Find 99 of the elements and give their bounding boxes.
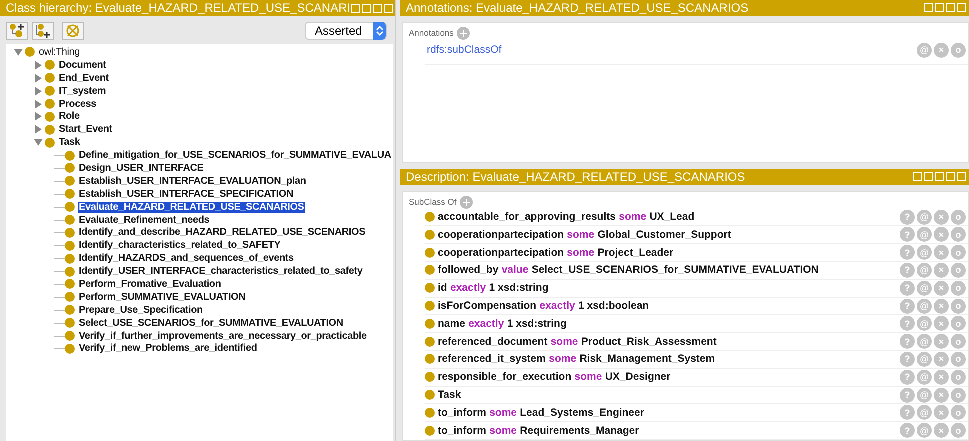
- class-tree-item[interactable]: Role: [58, 111, 81, 122]
- class-expression[interactable]: referenced_it_system some Risk_Management_System: [438, 353, 900, 366]
- row-action-button[interactable]: ×: [934, 42, 949, 58]
- class-tree-item[interactable]: Define_mitigation_for_USE_SCENARIOS_for_SUMMATIVE_EVALUA: [78, 150, 392, 162]
- class-expression[interactable]: cooperationpartecipation some Global_Customer_Support: [438, 228, 900, 241]
- row-action-button[interactable]: ×: [934, 352, 949, 367]
- row-action-button[interactable]: @: [917, 42, 932, 58]
- class-tree-item[interactable]: Task: [58, 137, 82, 148]
- row-action-button[interactable]: ×: [934, 210, 949, 225]
- class-tree-item[interactable]: Design_USER_INTERFACE: [78, 162, 205, 174]
- row-action-button[interactable]: ×: [934, 423, 949, 438]
- row-action-button[interactable]: ×: [934, 405, 949, 420]
- class-tree-item[interactable]: Perform_Fromative_Evaluation: [78, 278, 222, 290]
- row-action-button[interactable]: o: [951, 370, 966, 385]
- row-action-button[interactable]: @: [917, 423, 932, 438]
- row-action-button[interactable]: @: [917, 245, 932, 260]
- class-tree-item[interactable]: Start_Event: [58, 124, 114, 136]
- section-label: SubClass Of: [409, 197, 457, 208]
- row-action-button[interactable]: @: [917, 370, 932, 385]
- class-tree-item[interactable]: Select_USE_SCENARIOS_for_SUMMATIVE_EVALUATION: [78, 318, 344, 329]
- row-action-button[interactable]: o: [951, 245, 966, 260]
- row-action-button[interactable]: o: [951, 334, 966, 350]
- row-action-button[interactable]: o: [951, 227, 966, 242]
- row-action-button[interactable]: ?: [900, 227, 915, 242]
- row-action-button[interactable]: ×: [934, 298, 949, 314]
- row-action-button[interactable]: o: [951, 352, 966, 367]
- class-tree-item[interactable]: Evaluate_HAZARD_RELATED_USE_SCANARIOS: [78, 202, 306, 213]
- class-tree-item[interactable]: Identify_HAZARDS_and_sequences_of_events: [78, 253, 295, 264]
- class-expression[interactable]: accountable_for_approving_results some UX_Lead: [438, 211, 900, 224]
- row-action-button[interactable]: ×: [934, 334, 949, 350]
- class-expression[interactable]: id exactly 1 xsd:string: [438, 282, 900, 294]
- row-action-button[interactable]: o: [951, 210, 966, 225]
- row-action-button[interactable]: ×: [934, 388, 949, 402]
- row-action-button[interactable]: @: [917, 316, 932, 332]
- class-expression[interactable]: followed_by value Select_USE_SCENARIOS_for_SUMMATIVE_EVALUATION: [438, 264, 900, 276]
- row-action-button[interactable]: o: [951, 262, 966, 278]
- class-expression[interactable]: name exactly 1 xsd:string: [438, 318, 900, 330]
- view-dropdown[interactable]: Asserted: [305, 22, 387, 40]
- class-tree-item[interactable]: Document: [58, 60, 108, 71]
- row-action-button[interactable]: @: [917, 405, 932, 420]
- row-action-button[interactable]: ×: [934, 262, 949, 278]
- row-action-button[interactable]: ?: [900, 352, 915, 367]
- class-tree-item[interactable]: Verify_if_new_Problems_are_identified: [78, 343, 258, 354]
- class-tree-item[interactable]: Identify_and_describe_HAZARD_RELATED_USE_SCENARIOS: [78, 227, 367, 238]
- row-action-button[interactable]: ?: [900, 405, 915, 420]
- row-action-button[interactable]: o: [951, 388, 966, 402]
- row-action-button[interactable]: @: [917, 352, 932, 367]
- row-action-button[interactable]: @: [917, 334, 932, 350]
- row-action-button[interactable]: ×: [934, 245, 949, 260]
- row-action-button[interactable]: ?: [900, 423, 915, 438]
- row-action-button[interactable]: o: [951, 298, 966, 314]
- class-tree-item[interactable]: Perform_SUMMATIVE_EVALUATION: [78, 292, 247, 303]
- class-tree-item[interactable]: Verify_if_further_improvements_are_necessary_or_practicable: [78, 330, 368, 342]
- row-action-button[interactable]: ?: [900, 298, 915, 314]
- row-action-button[interactable]: o: [951, 316, 966, 332]
- class-expression[interactable]: to_inform some Requirements_Manager: [438, 424, 900, 437]
- class-tree-item[interactable]: Evaluate_Refinement_needs: [78, 214, 211, 226]
- row-action-button[interactable]: @: [917, 388, 932, 402]
- annotation-property[interactable]: rdfs:subClassOf: [427, 44, 917, 56]
- class-tree-item[interactable]: IT_system: [58, 86, 108, 97]
- class-expression[interactable]: isForCompensation exactly 1 xsd:boolean: [438, 300, 900, 312]
- row-action-button[interactable]: ?: [900, 370, 915, 385]
- class-expression[interactable]: responsible_for_execution some UX_Designer: [438, 371, 900, 384]
- class-expression[interactable]: Task: [438, 389, 900, 401]
- row-action-button[interactable]: o: [951, 405, 966, 420]
- class-expression[interactable]: to_inform some Lead_Systems_Engineer: [438, 406, 900, 419]
- panel-title: Annotations: Evaluate_HAZARD_RELATED_USE_SCANARIOS: [400, 0, 969, 16]
- class-tree-item[interactable]: Establish_USER_INTERFACE_EVALUATION_plan: [78, 176, 308, 187]
- row-action-button[interactable]: ?: [900, 245, 915, 260]
- row-action-button[interactable]: o: [951, 280, 966, 296]
- row-action-button[interactable]: ×: [934, 227, 949, 242]
- class-tree-item[interactable]: Establish_USER_INTERFACE_SPECIFICATION: [78, 188, 294, 200]
- panel-title: Class hierarchy: Evaluate_HAZARD_RELATED_USE_SCANARI: [0, 0, 395, 16]
- class-tree-item[interactable]: Identify_USER_INTERFACE_characteristics_related_to_safety: [78, 266, 364, 278]
- row-action-button[interactable]: ?: [900, 334, 915, 350]
- row-action-button[interactable]: @: [917, 227, 932, 242]
- row-action-button[interactable]: @: [917, 298, 932, 314]
- row-action-button[interactable]: ×: [934, 316, 949, 332]
- row-action-button[interactable]: o: [951, 42, 966, 58]
- panel-title: Description: Evaluate_HAZARD_RELATED_USE_SCANARIOS: [400, 168, 969, 185]
- class-tree-item[interactable]: Identify_characteristics_related_to_SAFETY: [78, 240, 282, 252]
- row-action-button[interactable]: @: [917, 262, 932, 278]
- class-expression[interactable]: cooperationpartecipation some Project_Leader: [438, 246, 900, 259]
- class-expression[interactable]: referenced_document some Product_Risk_Assessment: [438, 336, 900, 348]
- row-action-button[interactable]: ×: [934, 280, 949, 296]
- row-action-button[interactable]: ?: [900, 388, 915, 402]
- class-tree-item[interactable]: End_Event: [58, 72, 110, 84]
- row-action-button[interactable]: @: [917, 210, 932, 225]
- row-action-button[interactable]: ?: [900, 280, 915, 296]
- row-action-button[interactable]: ×: [934, 370, 949, 385]
- class-tree-item[interactable]: owl:Thing: [38, 46, 81, 58]
- row-action-button[interactable]: @: [917, 280, 932, 296]
- row-action-button[interactable]: ?: [900, 262, 915, 278]
- row-action-button[interactable]: ?: [900, 316, 915, 332]
- section-label: Annotations: [409, 28, 454, 38]
- class-tree-item[interactable]: Process: [58, 98, 98, 110]
- class-tree-item[interactable]: Prepare_Use_Specification: [78, 304, 204, 316]
- row-action-button[interactable]: ?: [900, 210, 915, 225]
- row-action-button[interactable]: o: [951, 423, 966, 438]
